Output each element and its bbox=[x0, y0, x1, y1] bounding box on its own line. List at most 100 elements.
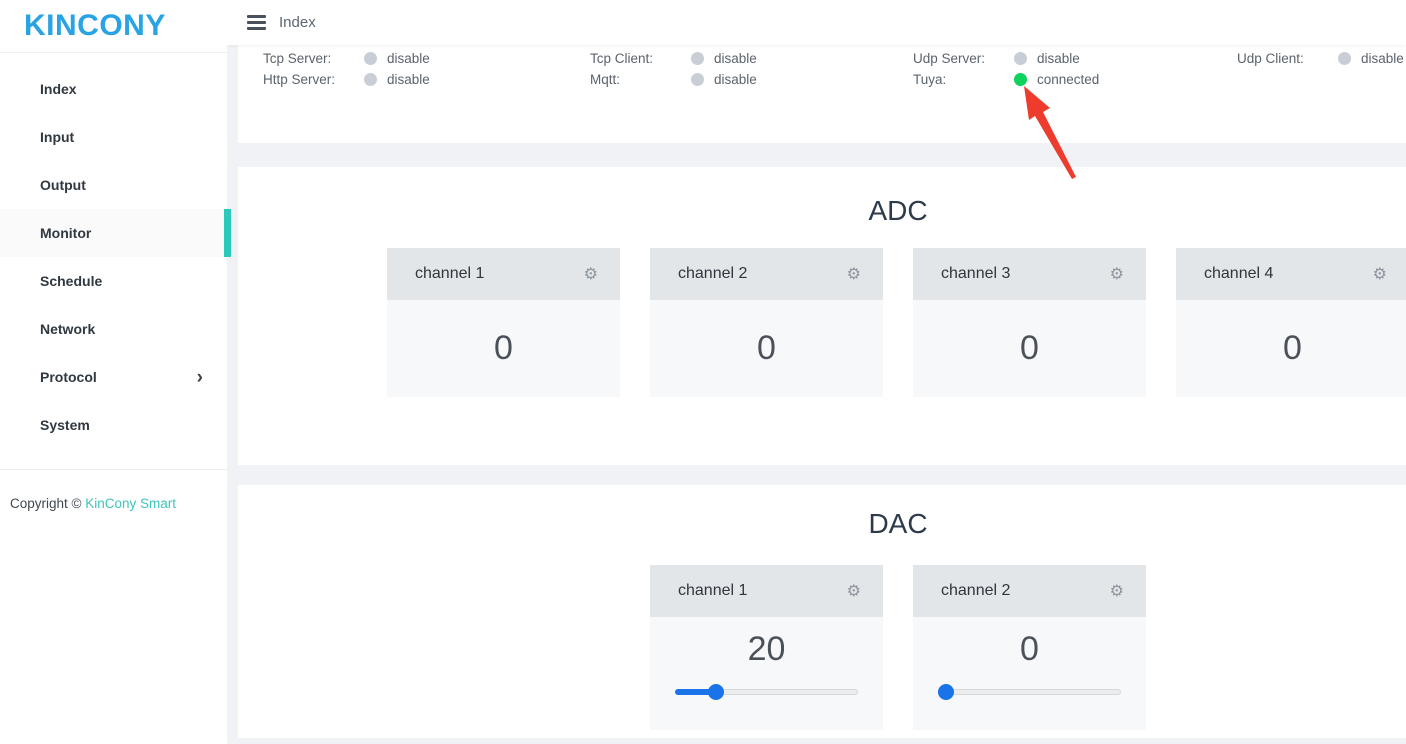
status-label: Tcp Server: bbox=[263, 51, 364, 66]
sidebar-item-label: Input bbox=[40, 129, 74, 145]
status-dot-icon bbox=[1338, 52, 1351, 65]
sidebar-item-label: Network bbox=[40, 321, 95, 337]
status-dot-icon bbox=[691, 52, 704, 65]
dac-channel-1-slider[interactable] bbox=[675, 684, 858, 700]
sidebar-item-system[interactable]: System bbox=[0, 401, 227, 449]
sidebar-item-index[interactable]: Index bbox=[0, 65, 227, 113]
channel-value: 20 bbox=[650, 625, 883, 673]
slider-thumb[interactable] bbox=[938, 684, 954, 700]
channel-card-header: channel 4 ⚙ bbox=[1176, 248, 1406, 300]
status-label: Tcp Client: bbox=[590, 51, 691, 66]
status-label: Udp Server: bbox=[913, 51, 1014, 66]
sidebar-item-label: Index bbox=[40, 81, 77, 97]
hamburger-bar bbox=[247, 21, 266, 24]
gear-icon[interactable]: ⚙ bbox=[1110, 583, 1124, 599]
sidebar-item-label: Monitor bbox=[40, 225, 91, 241]
channel-label: channel 4 bbox=[1204, 265, 1273, 283]
status-column: Udp Client: disable bbox=[1237, 48, 1404, 143]
status-tuya: Tuya: connected bbox=[913, 69, 1237, 90]
status-value: disable bbox=[387, 51, 430, 66]
sidebar-item-label: Protocol bbox=[40, 369, 97, 385]
status-label: Tuya: bbox=[913, 72, 1014, 87]
sidebar-item-label: Output bbox=[40, 177, 86, 193]
channel-label: channel 2 bbox=[941, 582, 1010, 600]
sidebar-item-schedule[interactable]: Schedule bbox=[0, 257, 227, 305]
status-dot-icon bbox=[1014, 73, 1027, 86]
sidebar-nav: Index Input Output Monitor Schedule Netw… bbox=[0, 52, 227, 470]
copyright: Copyright © KinCony Smart bbox=[0, 496, 227, 511]
dac-panel-title: DAC bbox=[238, 507, 1406, 541]
channel-value: 0 bbox=[913, 625, 1146, 673]
dac-channel-2-slider[interactable] bbox=[938, 684, 1121, 700]
channel-card-header: channel 2 ⚙ bbox=[650, 248, 883, 300]
channel-card-header: channel 1 ⚙ bbox=[387, 248, 620, 300]
status-udp-client: Udp Client: disable bbox=[1237, 48, 1404, 69]
dac-panel: DAC channel 1 ⚙ 20 bbox=[238, 485, 1406, 738]
gear-icon[interactable]: ⚙ bbox=[847, 583, 861, 599]
status-dot-icon bbox=[1014, 52, 1027, 65]
status-dot-icon bbox=[364, 52, 377, 65]
channel-card-body: 0 bbox=[1176, 300, 1406, 397]
status-udp-server: Udp Server: disable bbox=[913, 48, 1237, 69]
sidebar-item-label: Schedule bbox=[40, 273, 102, 289]
status-http-server: Http Server: disable bbox=[263, 69, 590, 90]
status-label: Http Server: bbox=[263, 72, 364, 87]
status-value: disable bbox=[714, 51, 757, 66]
kincony-smart-link[interactable]: KinCony Smart bbox=[85, 496, 176, 511]
panels-container: Tcp Server: disable Http Server: disable… bbox=[238, 45, 1406, 738]
channel-card-body: 0 bbox=[650, 300, 883, 397]
copyright-text: Copyright © bbox=[10, 496, 85, 511]
status-value: connected bbox=[1037, 72, 1099, 87]
channel-value: 0 bbox=[1283, 329, 1302, 368]
kincony-logo: KINCONY bbox=[0, 0, 227, 52]
hamburger-bar bbox=[247, 27, 266, 30]
status-value: disable bbox=[714, 72, 757, 87]
main-content: Index Tcp Server: disable Http Server: d… bbox=[227, 0, 1406, 744]
channel-label: channel 1 bbox=[678, 582, 747, 600]
sidebar-divider bbox=[0, 469, 227, 470]
channel-card-header: channel 2 ⚙ bbox=[913, 565, 1146, 617]
gear-icon[interactable]: ⚙ bbox=[584, 266, 598, 282]
status-label: Udp Client: bbox=[1237, 51, 1338, 66]
gear-icon[interactable]: ⚙ bbox=[1373, 266, 1387, 282]
sidebar-item-output[interactable]: Output bbox=[0, 161, 227, 209]
slider-track bbox=[938, 689, 1121, 695]
kincony-logo-text: KINCONY bbox=[24, 9, 166, 43]
status-dot-icon bbox=[364, 73, 377, 86]
dac-channel-2-card: channel 2 ⚙ 0 bbox=[913, 565, 1146, 730]
sidebar-item-input[interactable]: Input bbox=[0, 113, 227, 161]
sidebar-item-protocol[interactable]: Protocol › bbox=[0, 353, 227, 401]
status-dot-icon bbox=[691, 73, 704, 86]
status-mqtt: Mqtt: disable bbox=[590, 69, 913, 90]
adc-cards-row: channel 1 ⚙ 0 channel 2 ⚙ 0 bbox=[238, 248, 1406, 397]
status-column: Tcp Server: disable Http Server: disable bbox=[263, 48, 590, 143]
adc-panel: ADC channel 1 ⚙ 0 channel 2 ⚙ bbox=[238, 167, 1406, 465]
channel-value: 0 bbox=[757, 329, 776, 368]
gear-icon[interactable]: ⚙ bbox=[1110, 266, 1124, 282]
channel-card-header: channel 3 ⚙ bbox=[913, 248, 1146, 300]
status-value: disable bbox=[387, 72, 430, 87]
status-label: Mqtt: bbox=[590, 72, 691, 87]
breadcrumb: Index bbox=[279, 14, 316, 31]
adc-channel-4-card: channel 4 ⚙ 0 bbox=[1176, 248, 1406, 397]
sidebar-item-network[interactable]: Network bbox=[0, 305, 227, 353]
gear-icon[interactable]: ⚙ bbox=[847, 266, 861, 282]
adc-channel-3-card: channel 3 ⚙ 0 bbox=[913, 248, 1146, 397]
dac-cards-row: channel 1 ⚙ 20 channel 2 bbox=[238, 565, 1406, 730]
status-value: disable bbox=[1037, 51, 1080, 66]
adc-channel-1-card: channel 1 ⚙ 0 bbox=[387, 248, 620, 397]
status-column: Tcp Client: disable Mqtt: disable bbox=[590, 48, 913, 143]
topbar: Index bbox=[227, 0, 1406, 45]
dac-channel-1-card: channel 1 ⚙ 20 bbox=[650, 565, 883, 730]
channel-label: channel 2 bbox=[678, 265, 747, 283]
sidebar: KINCONY Index Input Output Monitor Sched… bbox=[0, 0, 227, 744]
slider-thumb[interactable] bbox=[708, 684, 724, 700]
sidebar-item-monitor[interactable]: Monitor bbox=[0, 209, 227, 257]
status-column: Udp Server: disable Tuya: connected bbox=[913, 48, 1237, 143]
channel-card-body: 20 bbox=[650, 617, 883, 730]
channel-card-header: channel 1 ⚙ bbox=[650, 565, 883, 617]
adc-channel-2-card: channel 2 ⚙ 0 bbox=[650, 248, 883, 397]
menu-toggle-button[interactable] bbox=[247, 15, 266, 30]
channel-value: 0 bbox=[1020, 329, 1039, 368]
channel-value: 0 bbox=[494, 329, 513, 368]
